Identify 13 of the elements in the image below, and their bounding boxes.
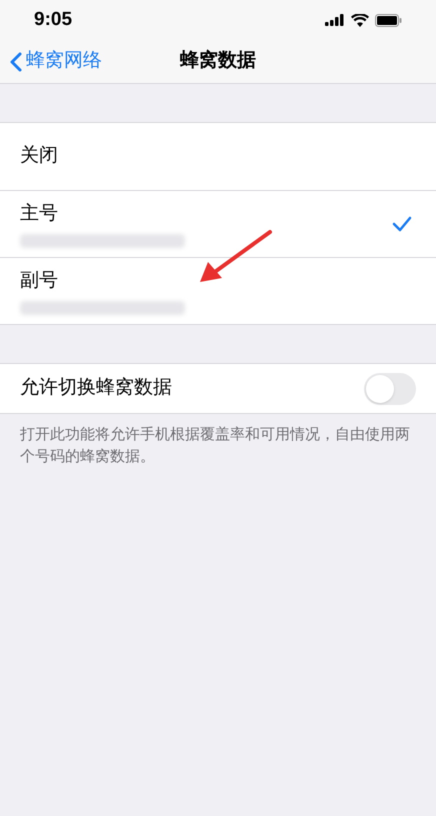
option-label: 副号 bbox=[20, 268, 59, 293]
back-button[interactable]: 蜂窝网络 bbox=[0, 47, 102, 76]
battery-icon bbox=[375, 14, 402, 26]
signal-icon bbox=[325, 14, 345, 26]
option-label: 主号 bbox=[20, 202, 59, 226]
option-label: 关闭 bbox=[20, 144, 58, 168]
chevron-left-icon bbox=[10, 52, 22, 72]
switch-label: 允许切换蜂窝数据 bbox=[20, 376, 172, 400]
status-time: 9:05 bbox=[34, 8, 72, 32]
page-title: 蜂窝数据 bbox=[180, 48, 256, 74]
wifi-icon bbox=[351, 14, 369, 26]
footer-note: 打开此功能将允许手机根据覆盖率和可用情况，自由使用两个号码的蜂窝数据。 bbox=[19, 425, 411, 467]
toggle-switch[interactable] bbox=[364, 372, 416, 404]
